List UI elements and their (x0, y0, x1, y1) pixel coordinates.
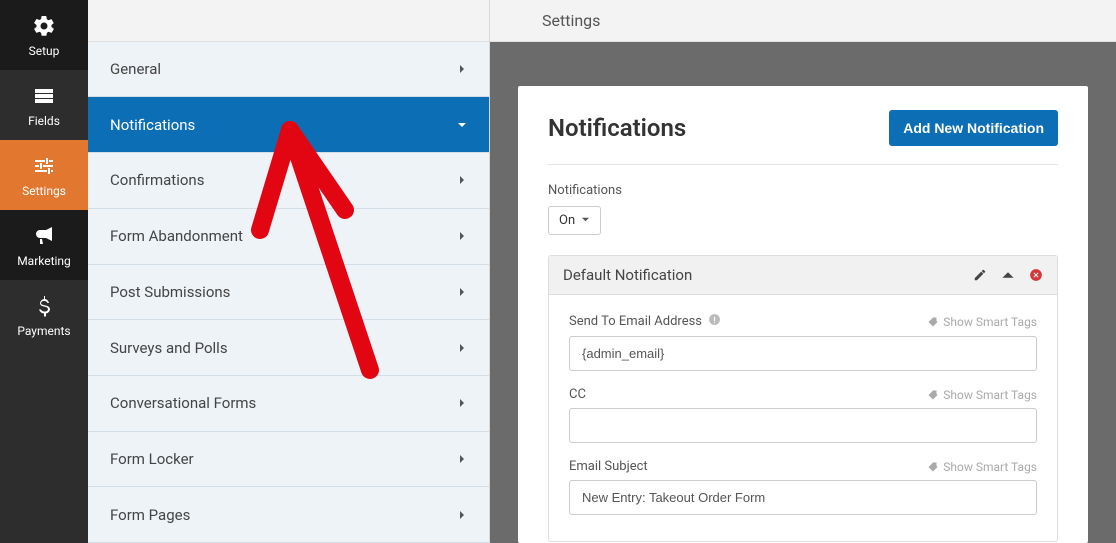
field-subject: Email Subject Show Smart Tags (569, 459, 1037, 515)
subnav-label: General (110, 60, 161, 78)
nav-label: Marketing (17, 254, 71, 268)
show-smart-tags[interactable]: Show Smart Tags (927, 460, 1037, 474)
nav-setup[interactable]: Setup (0, 0, 88, 70)
chevron-right-icon (457, 171, 467, 189)
tag-icon (927, 461, 939, 473)
tag-icon (927, 389, 939, 401)
page-header: Settings (490, 0, 1116, 42)
subject-input[interactable] (569, 480, 1037, 515)
chevron-up-icon (1001, 268, 1015, 282)
chevron-right-icon (457, 339, 467, 357)
subnav-header-spacer (88, 0, 489, 42)
close-circle-icon (1029, 268, 1043, 282)
edit-button[interactable] (973, 268, 987, 282)
tag-icon (927, 316, 939, 328)
delete-button[interactable] (1029, 268, 1043, 282)
subnav-notifications[interactable]: Notifications (88, 97, 489, 153)
chevron-right-icon (457, 227, 467, 245)
nav-label: Payments (17, 324, 70, 338)
subnav-label: Confirmations (110, 171, 204, 189)
content-area: Settings Notifications Add New Notificat… (490, 0, 1116, 543)
field-label-text: CC (569, 387, 586, 402)
nav-settings[interactable]: Settings (0, 140, 88, 210)
settings-subnav: General Notifications Confirmations Form… (88, 0, 490, 543)
subnav-form-locker[interactable]: Form Locker (88, 432, 489, 488)
field-label: Email Subject (569, 459, 648, 474)
help-icon[interactable] (708, 313, 721, 330)
notification-card-body: Send To Email Address Show Smart Tags (549, 295, 1057, 541)
notification-card: Default Notification (548, 255, 1058, 542)
collapse-button[interactable] (1001, 268, 1015, 282)
notifications-panel: Notifications Add New Notification Notif… (518, 86, 1088, 543)
chevron-right-icon (457, 506, 467, 524)
add-notification-button[interactable]: Add New Notification (889, 110, 1058, 146)
subnav-label: Form Pages (110, 506, 190, 524)
page-title: Settings (542, 11, 600, 30)
subnav-label: Notifications (110, 116, 195, 134)
subnav-surveys-polls[interactable]: Surveys and Polls (88, 320, 489, 376)
subnav-post-submissions[interactable]: Post Submissions (88, 265, 489, 321)
nav-fields[interactable]: Fields (0, 70, 88, 140)
subnav-label: Form Locker (110, 450, 194, 468)
subnav-confirmations[interactable]: Confirmations (88, 153, 489, 209)
subnav-form-pages[interactable]: Form Pages (88, 487, 489, 543)
panel-title: Notifications (548, 114, 686, 142)
send-to-input[interactable] (569, 336, 1037, 371)
chevron-down-icon (581, 213, 590, 228)
field-label-text: Email Subject (569, 459, 648, 474)
smart-tags-label: Show Smart Tags (943, 388, 1037, 402)
notifications-toggle-select[interactable]: On (548, 206, 601, 235)
notification-card-header: Default Notification (549, 256, 1057, 295)
subnav-form-abandonment[interactable]: Form Abandonment (88, 209, 489, 265)
chevron-right-icon (457, 283, 467, 301)
sliders-icon (32, 154, 56, 178)
field-label: CC (569, 387, 586, 402)
smart-tags-label: Show Smart Tags (943, 315, 1037, 329)
subnav-conversational-forms[interactable]: Conversational Forms (88, 376, 489, 432)
nav-label: Settings (22, 184, 66, 198)
chevron-right-icon (457, 394, 467, 412)
nav-marketing[interactable]: Marketing (0, 210, 88, 280)
chevron-down-icon (457, 116, 467, 134)
notification-title: Default Notification (563, 266, 959, 284)
subnav-general[interactable]: General (88, 42, 489, 98)
pencil-icon (973, 268, 987, 282)
field-cc: CC Show Smart Tags (569, 387, 1037, 443)
field-label: Send To Email Address (569, 313, 721, 330)
bullhorn-icon (32, 224, 56, 248)
subnav-label: Surveys and Polls (110, 339, 228, 357)
select-value: On (559, 213, 575, 228)
subnav-label: Form Abandonment (110, 227, 243, 245)
cc-input[interactable] (569, 408, 1037, 443)
nav-label: Setup (29, 44, 60, 58)
field-label-text: Send To Email Address (569, 314, 702, 329)
subnav-label: Conversational Forms (110, 394, 256, 412)
show-smart-tags[interactable]: Show Smart Tags (927, 388, 1037, 402)
dollar-icon (32, 294, 56, 318)
divider (548, 164, 1058, 165)
nav-label: Fields (28, 114, 60, 128)
gear-icon (32, 14, 56, 38)
primary-nav: Setup Fields Settings Marketing Payments (0, 0, 88, 543)
chevron-right-icon (457, 60, 467, 78)
nav-payments[interactable]: Payments (0, 280, 88, 350)
list-icon (32, 84, 56, 108)
field-send-to: Send To Email Address Show Smart Tags (569, 313, 1037, 371)
chevron-right-icon (457, 450, 467, 468)
show-smart-tags[interactable]: Show Smart Tags (927, 315, 1037, 329)
subnav-label: Post Submissions (110, 283, 230, 301)
smart-tags-label: Show Smart Tags (943, 460, 1037, 474)
notifications-toggle-label: Notifications (548, 183, 1058, 198)
